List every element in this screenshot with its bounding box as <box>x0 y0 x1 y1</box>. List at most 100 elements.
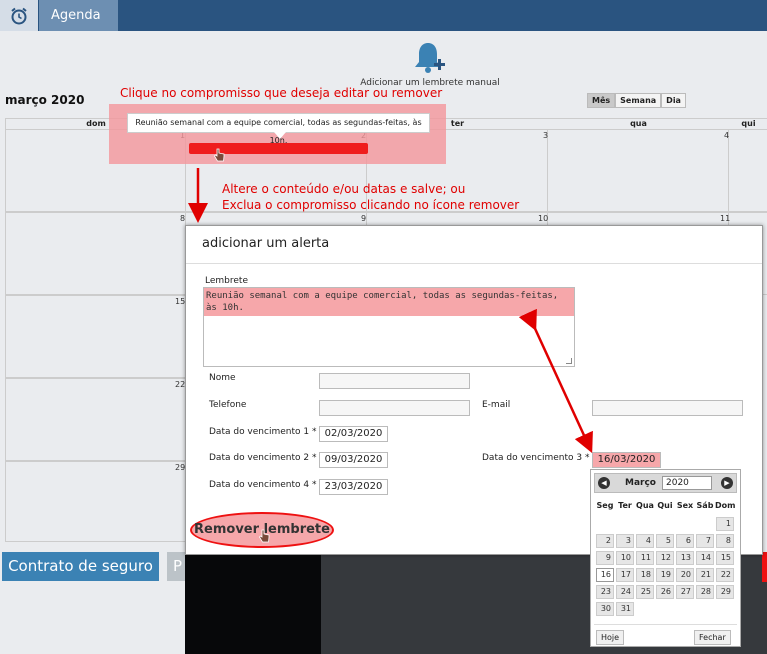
hand-cursor-icon <box>213 148 225 162</box>
datepicker-day[interactable]: 21 <box>696 568 714 582</box>
view-month-button[interactable]: Mês <box>587 93 616 108</box>
partial-button[interactable]: P <box>167 552 187 581</box>
datepicker-day[interactable]: 31 <box>616 602 634 616</box>
next-month-icon[interactable]: ▶ <box>721 477 733 489</box>
datepicker-day[interactable]: 23 <box>596 585 614 599</box>
day-number: 10 <box>538 214 549 223</box>
nome-input[interactable] <box>319 373 470 389</box>
vencimento4-label: Data do vencimento 4 * <box>209 480 317 490</box>
calendar-title: março 2020 <box>5 93 85 107</box>
view-day-button[interactable]: Dia <box>661 93 686 108</box>
datepicker-divider <box>594 624 737 625</box>
datepicker-day[interactable]: 16 <box>596 568 614 582</box>
day-number: 22 <box>175 380 186 389</box>
weekday-header: Sex <box>676 501 694 510</box>
day-cell[interactable] <box>6 212 186 295</box>
datepicker-day[interactable]: 12 <box>656 551 674 565</box>
modal-divider <box>186 263 762 264</box>
datepicker-day[interactable]: 22 <box>716 568 734 582</box>
datepicker-day[interactable]: 28 <box>696 585 714 599</box>
datepicker-year-select[interactable]: 2020 <box>662 476 712 490</box>
weekday-header: Sáb <box>696 501 714 510</box>
datepicker-day[interactable]: 9 <box>596 551 614 565</box>
weekday-header: Dom <box>715 501 736 510</box>
day-number: 11 <box>720 214 731 223</box>
datepicker-day[interactable]: 18 <box>636 568 654 582</box>
hand-cursor-icon <box>258 529 270 543</box>
datepicker-header: ◀ Março 2020 ▶ <box>594 473 737 493</box>
day-cell[interactable] <box>6 461 186 542</box>
datepicker-day[interactable]: 29 <box>716 585 734 599</box>
datepicker-day[interactable]: 13 <box>676 551 694 565</box>
datepicker-day[interactable]: 1 <box>716 517 734 531</box>
annotation-click-event: Clique no compromisso que deseja editar … <box>120 86 443 100</box>
day-cell[interactable] <box>548 129 729 212</box>
datepicker-day[interactable]: 3 <box>616 534 634 548</box>
alarm-clock-icon[interactable] <box>0 0 38 31</box>
annotation-edit-line2: Exclua o compromisso clicando no ícone r… <box>222 198 520 212</box>
prev-month-icon[interactable]: ◀ <box>598 477 610 489</box>
background-panel <box>185 554 321 654</box>
datepicker-day[interactable]: 7 <box>696 534 714 548</box>
contrato-seguro-button[interactable]: Contrato de seguro <box>2 552 159 581</box>
telefone-input[interactable] <box>319 400 470 416</box>
day-number: 3 <box>543 131 549 140</box>
datepicker-day[interactable]: 20 <box>676 568 694 582</box>
datepicker-day[interactable]: 10 <box>616 551 634 565</box>
datepicker-day[interactable]: 14 <box>696 551 714 565</box>
telefone-label: Telefone <box>209 400 247 410</box>
partial-red-button[interactable] <box>762 552 767 582</box>
day-number: 9 <box>361 214 367 223</box>
datepicker-day[interactable]: 6 <box>676 534 694 548</box>
datepicker-day[interactable]: 15 <box>716 551 734 565</box>
lembrete-text: Reunião semanal com a equipe comercial, … <box>204 288 574 316</box>
datepicker-day[interactable]: 17 <box>616 568 634 582</box>
email-label: E-mail <box>482 400 511 410</box>
day-number: 8 <box>180 214 186 223</box>
datepicker-day[interactable]: 4 <box>636 534 654 548</box>
today-button[interactable]: Hoje <box>596 630 625 645</box>
datepicker-day[interactable]: 2 <box>596 534 614 548</box>
tab-agenda[interactable]: Agenda <box>39 0 118 31</box>
email-input[interactable] <box>592 400 743 416</box>
day-number: 4 <box>724 131 730 140</box>
day-number: 15 <box>175 297 186 306</box>
datepicker-day[interactable]: 27 <box>676 585 694 599</box>
lembrete-textarea[interactable]: Reunião semanal com a equipe comercial, … <box>203 287 575 367</box>
weekday-header: Qui <box>657 501 673 510</box>
datepicker-month: Março <box>625 478 656 488</box>
resize-handle[interactable] <box>566 358 572 364</box>
vencimento3-input[interactable]: 16/03/2020 <box>592 452 661 468</box>
datepicker-day[interactable]: 5 <box>656 534 674 548</box>
weekday-header: Seg <box>596 501 614 510</box>
datepicker-day[interactable]: 26 <box>656 585 674 599</box>
datepicker-day[interactable]: 8 <box>716 534 734 548</box>
view-switcher: Mês Semana Dia <box>587 93 686 108</box>
datepicker-day[interactable]: 30 <box>596 602 614 616</box>
datepicker-day[interactable]: 25 <box>636 585 654 599</box>
vencimento2-label: Data do vencimento 2 * <box>209 453 317 463</box>
annotation-edit-line1: Altere o conteúdo e/ou datas e salve; ou <box>222 182 466 196</box>
vencimento3-label: Data do vencimento 3 * <box>482 453 590 463</box>
datepicker-day[interactable]: 19 <box>656 568 674 582</box>
lembrete-label: Lembrete <box>205 276 248 286</box>
day-cell[interactable] <box>729 129 767 212</box>
day-number: 29 <box>175 463 186 472</box>
day-header-qua: qua <box>548 118 729 129</box>
event-tooltip: Reunião semanal com a equipe comercial, … <box>127 113 430 145</box>
vencimento4-input[interactable]: 23/03/2020 <box>319 479 388 495</box>
day-cell[interactable] <box>6 378 186 461</box>
weekday-header: Qua <box>636 501 654 510</box>
vencimento1-label: Data do vencimento 1 * <box>209 427 317 437</box>
datepicker-day[interactable]: 11 <box>636 551 654 565</box>
vencimento1-input[interactable]: 02/03/2020 <box>319 426 388 442</box>
bell-plus-icon[interactable] <box>412 40 446 76</box>
day-header-qui: qui <box>729 118 767 129</box>
datepicker-day[interactable]: 24 <box>616 585 634 599</box>
nome-label: Nome <box>209 373 236 383</box>
close-button[interactable]: Fechar <box>694 630 731 645</box>
view-week-button[interactable]: Semana <box>615 93 662 108</box>
top-bar: Agenda <box>0 0 767 31</box>
vencimento2-input[interactable]: 09/03/2020 <box>319 452 388 468</box>
day-cell[interactable] <box>6 295 186 378</box>
